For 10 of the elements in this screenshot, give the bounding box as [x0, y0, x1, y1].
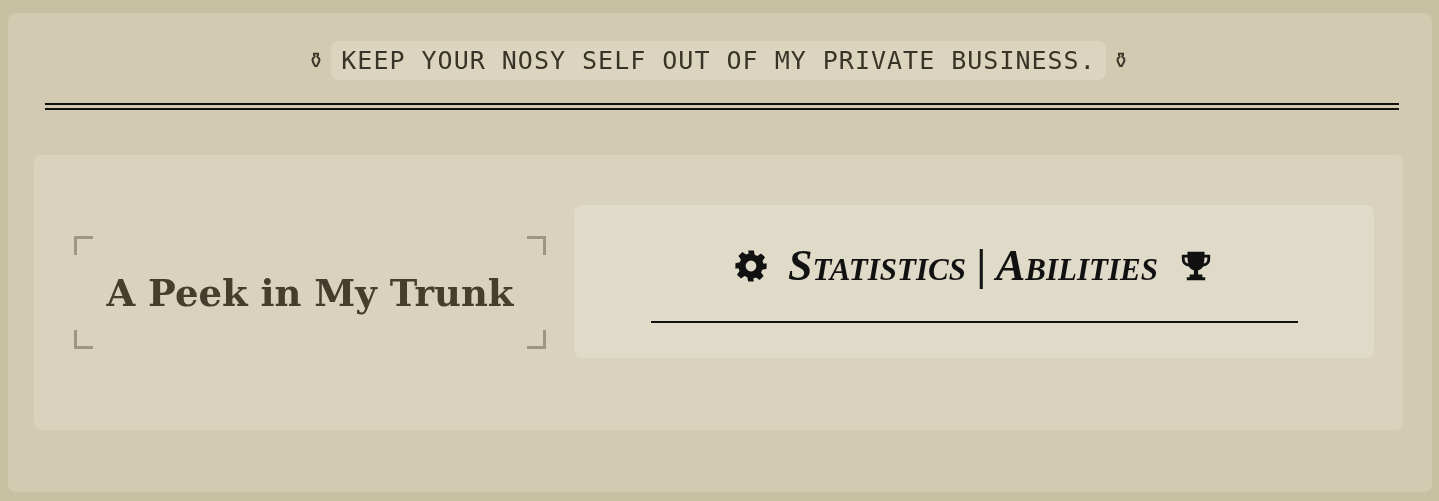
gear-icon [734, 248, 769, 283]
page-title: A Peek in My Trunk [106, 270, 514, 315]
urn-glyph: ⚱ [306, 48, 326, 73]
corner-bracket [74, 330, 93, 349]
urn-glyph: ⚱ [1111, 48, 1131, 73]
banner-text: KEEP YOUR NOSY SELF OUT OF MY PRIVATE BUSINESS. [331, 41, 1106, 80]
corner-bracket [74, 236, 93, 255]
corner-bracket [527, 236, 546, 255]
corner-bracket [527, 330, 546, 349]
section-heading: Statistics | Abilities [788, 240, 1158, 291]
